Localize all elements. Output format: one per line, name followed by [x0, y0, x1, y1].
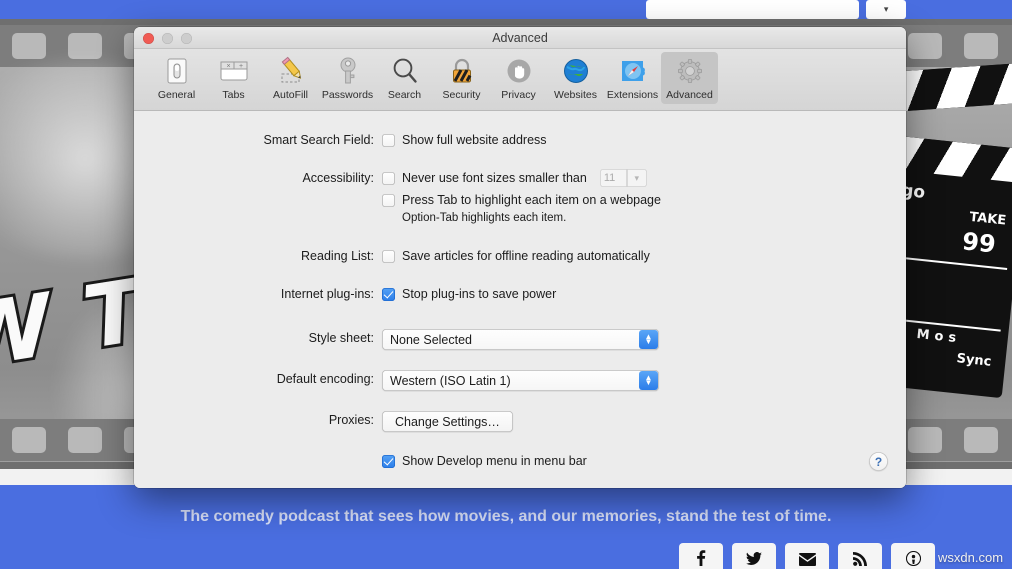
offline-reading-checkbox[interactable]	[382, 249, 395, 263]
toolbar-label: Tabs	[222, 89, 245, 101]
toolbar-label: Passwords	[321, 89, 374, 101]
extensions-icon	[618, 54, 648, 88]
reading-list-label: Reading List:	[301, 249, 374, 263]
toolbar-label: General	[157, 89, 196, 101]
clapper-take-label: TAKE	[968, 209, 1007, 229]
site-tagline: The comedy podcast that sees how movies,…	[180, 508, 832, 525]
min-font-size-label: Never use font sizes smaller than	[402, 171, 587, 185]
facebook-icon[interactable]	[679, 543, 723, 569]
show-full-address-checkbox-row[interactable]: Show full website address	[382, 131, 906, 149]
stop-plugins-checkbox[interactable]	[382, 287, 395, 301]
setting-row-smart-search-field: Smart Search Field: Show full website ad…	[134, 131, 906, 149]
min-font-size-stepper[interactable]: 11 ▾	[599, 169, 647, 187]
toolbar-item-privacy[interactable]: Privacy	[490, 52, 547, 104]
security-icon	[448, 54, 476, 88]
site-search-button[interactable]: ▾	[866, 0, 906, 19]
develop-menu-label: Show Develop menu in menu bar	[402, 454, 587, 468]
search-icon	[390, 54, 420, 88]
toolbar-item-security[interactable]: Security	[433, 52, 490, 104]
watermark-text: wsxdn.com	[938, 550, 1004, 565]
site-search: ▾	[646, 0, 906, 19]
default-encoding-popup-button[interactable]: Western (ISO Latin 1) ▲ ▼	[382, 370, 659, 391]
help-button[interactable]: ?	[869, 452, 888, 471]
internet-plugins-label: Internet plug-ins:	[280, 287, 374, 301]
change-settings-button[interactable]: Change Settings…	[382, 411, 513, 432]
setting-row-style-sheet: Style sheet: None Selected ▲ ▼	[134, 329, 906, 350]
develop-menu-row[interactable]: Show Develop menu in menu bar	[382, 452, 906, 470]
window-titlebar[interactable]: Advanced	[134, 27, 906, 49]
show-full-address-label: Show full website address	[402, 133, 547, 147]
min-font-size-row[interactable]: Never use font sizes smaller than 11 ▾	[382, 169, 906, 187]
proxies-label: Proxies:	[328, 413, 374, 427]
setting-row-accessibility: Accessibility: Never use font sizes smal…	[134, 169, 906, 227]
passwords-icon	[334, 54, 362, 88]
offline-reading-label: Save articles for offline reading automa…	[402, 249, 650, 263]
accessibility-hint: Option-Tab highlights each item.	[402, 212, 567, 224]
offline-reading-row[interactable]: Save articles for offline reading automa…	[382, 247, 906, 265]
preferences-window: Advanced General × + Tabs AutoFill Passw…	[134, 27, 906, 488]
twitter-icon[interactable]	[732, 543, 776, 569]
setting-row-develop-menu: Show Develop menu in menu bar	[134, 452, 906, 470]
accessibility-label: Accessibility:	[302, 171, 374, 185]
toolbar-label: Privacy	[501, 89, 536, 101]
privacy-icon	[504, 54, 534, 88]
develop-menu-checkbox[interactable]	[382, 454, 395, 468]
stop-plugins-label: Stop plug-ins to save power	[402, 287, 557, 301]
toolbar-item-general[interactable]: General	[148, 52, 205, 104]
advanced-icon	[675, 54, 705, 88]
email-icon[interactable]	[785, 543, 829, 569]
toolbar-label: AutoFill	[272, 89, 308, 101]
general-icon	[162, 54, 192, 88]
site-search-input[interactable]	[646, 0, 860, 19]
tabs-icon: × +	[218, 54, 250, 88]
toolbar-item-search[interactable]: Search	[376, 52, 433, 104]
toolbar-item-websites[interactable]: Websites	[547, 52, 604, 104]
style-sheet-popup-button[interactable]: None Selected ▲ ▼	[382, 329, 659, 350]
websites-icon	[561, 54, 591, 88]
toolbar-item-autofill[interactable]: AutoFill	[262, 52, 319, 104]
default-encoding-label: Default encoding:	[276, 372, 374, 386]
stop-plugins-row[interactable]: Stop plug-ins to save power	[382, 285, 906, 303]
rss-icon[interactable]	[838, 543, 882, 569]
podcast-icon[interactable]	[891, 543, 935, 569]
smart-search-field-label: Smart Search Field:	[263, 133, 374, 147]
toolbar-item-passwords[interactable]: Passwords	[319, 52, 376, 104]
toolbar-label: Advanced	[666, 89, 713, 101]
default-encoding-value: Western (ISO Latin 1)	[390, 373, 511, 388]
setting-row-internet-plugins: Internet plug-ins: Stop plug-ins to save…	[134, 285, 906, 303]
svg-text:+: +	[239, 63, 243, 70]
press-tab-label: Press Tab to highlight each item on a we…	[402, 193, 661, 207]
style-sheet-label: Style sheet:	[308, 331, 374, 345]
min-font-size-checkbox[interactable]	[382, 171, 395, 185]
clapper-take-number: 99	[960, 227, 998, 259]
chevron-down-icon[interactable]: ▾	[626, 169, 647, 187]
toolbar-label: Security	[442, 89, 481, 101]
press-tab-checkbox[interactable]	[382, 193, 395, 207]
preferences-toolbar: General × + Tabs AutoFill Passwords Sear…	[134, 49, 906, 111]
chevron-updown-icon[interactable]: ▲ ▼	[639, 330, 658, 349]
press-tab-row[interactable]: Press Tab to highlight each item on a we…	[382, 191, 906, 209]
window-title: Advanced	[492, 31, 548, 45]
clapper-sync-text: Sync	[955, 351, 993, 370]
style-sheet-value: None Selected	[390, 332, 473, 347]
toolbar-label: Websites	[554, 89, 597, 101]
toolbar-label: Extensions	[606, 89, 659, 101]
autofill-icon	[275, 54, 307, 88]
toolbar-item-advanced[interactable]: Advanced	[661, 52, 718, 104]
show-full-address-checkbox[interactable]	[382, 133, 395, 147]
svg-text:×: ×	[226, 63, 230, 70]
toolbar-item-extensions[interactable]: Extensions	[604, 52, 661, 104]
social-links	[679, 543, 935, 569]
preferences-content: Smart Search Field: Show full website ad…	[134, 111, 906, 488]
setting-row-proxies: Proxies: Change Settings…	[134, 411, 906, 432]
toolbar-item-tabs[interactable]: × + Tabs	[205, 52, 262, 104]
min-font-size-value: 11	[599, 169, 627, 187]
setting-row-reading-list: Reading List: Save articles for offline …	[134, 247, 906, 265]
setting-row-default-encoding: Default encoding: Western (ISO Latin 1) …	[134, 370, 906, 391]
chevron-updown-icon[interactable]: ▲ ▼	[639, 371, 658, 390]
toolbar-label: Search	[387, 89, 422, 101]
